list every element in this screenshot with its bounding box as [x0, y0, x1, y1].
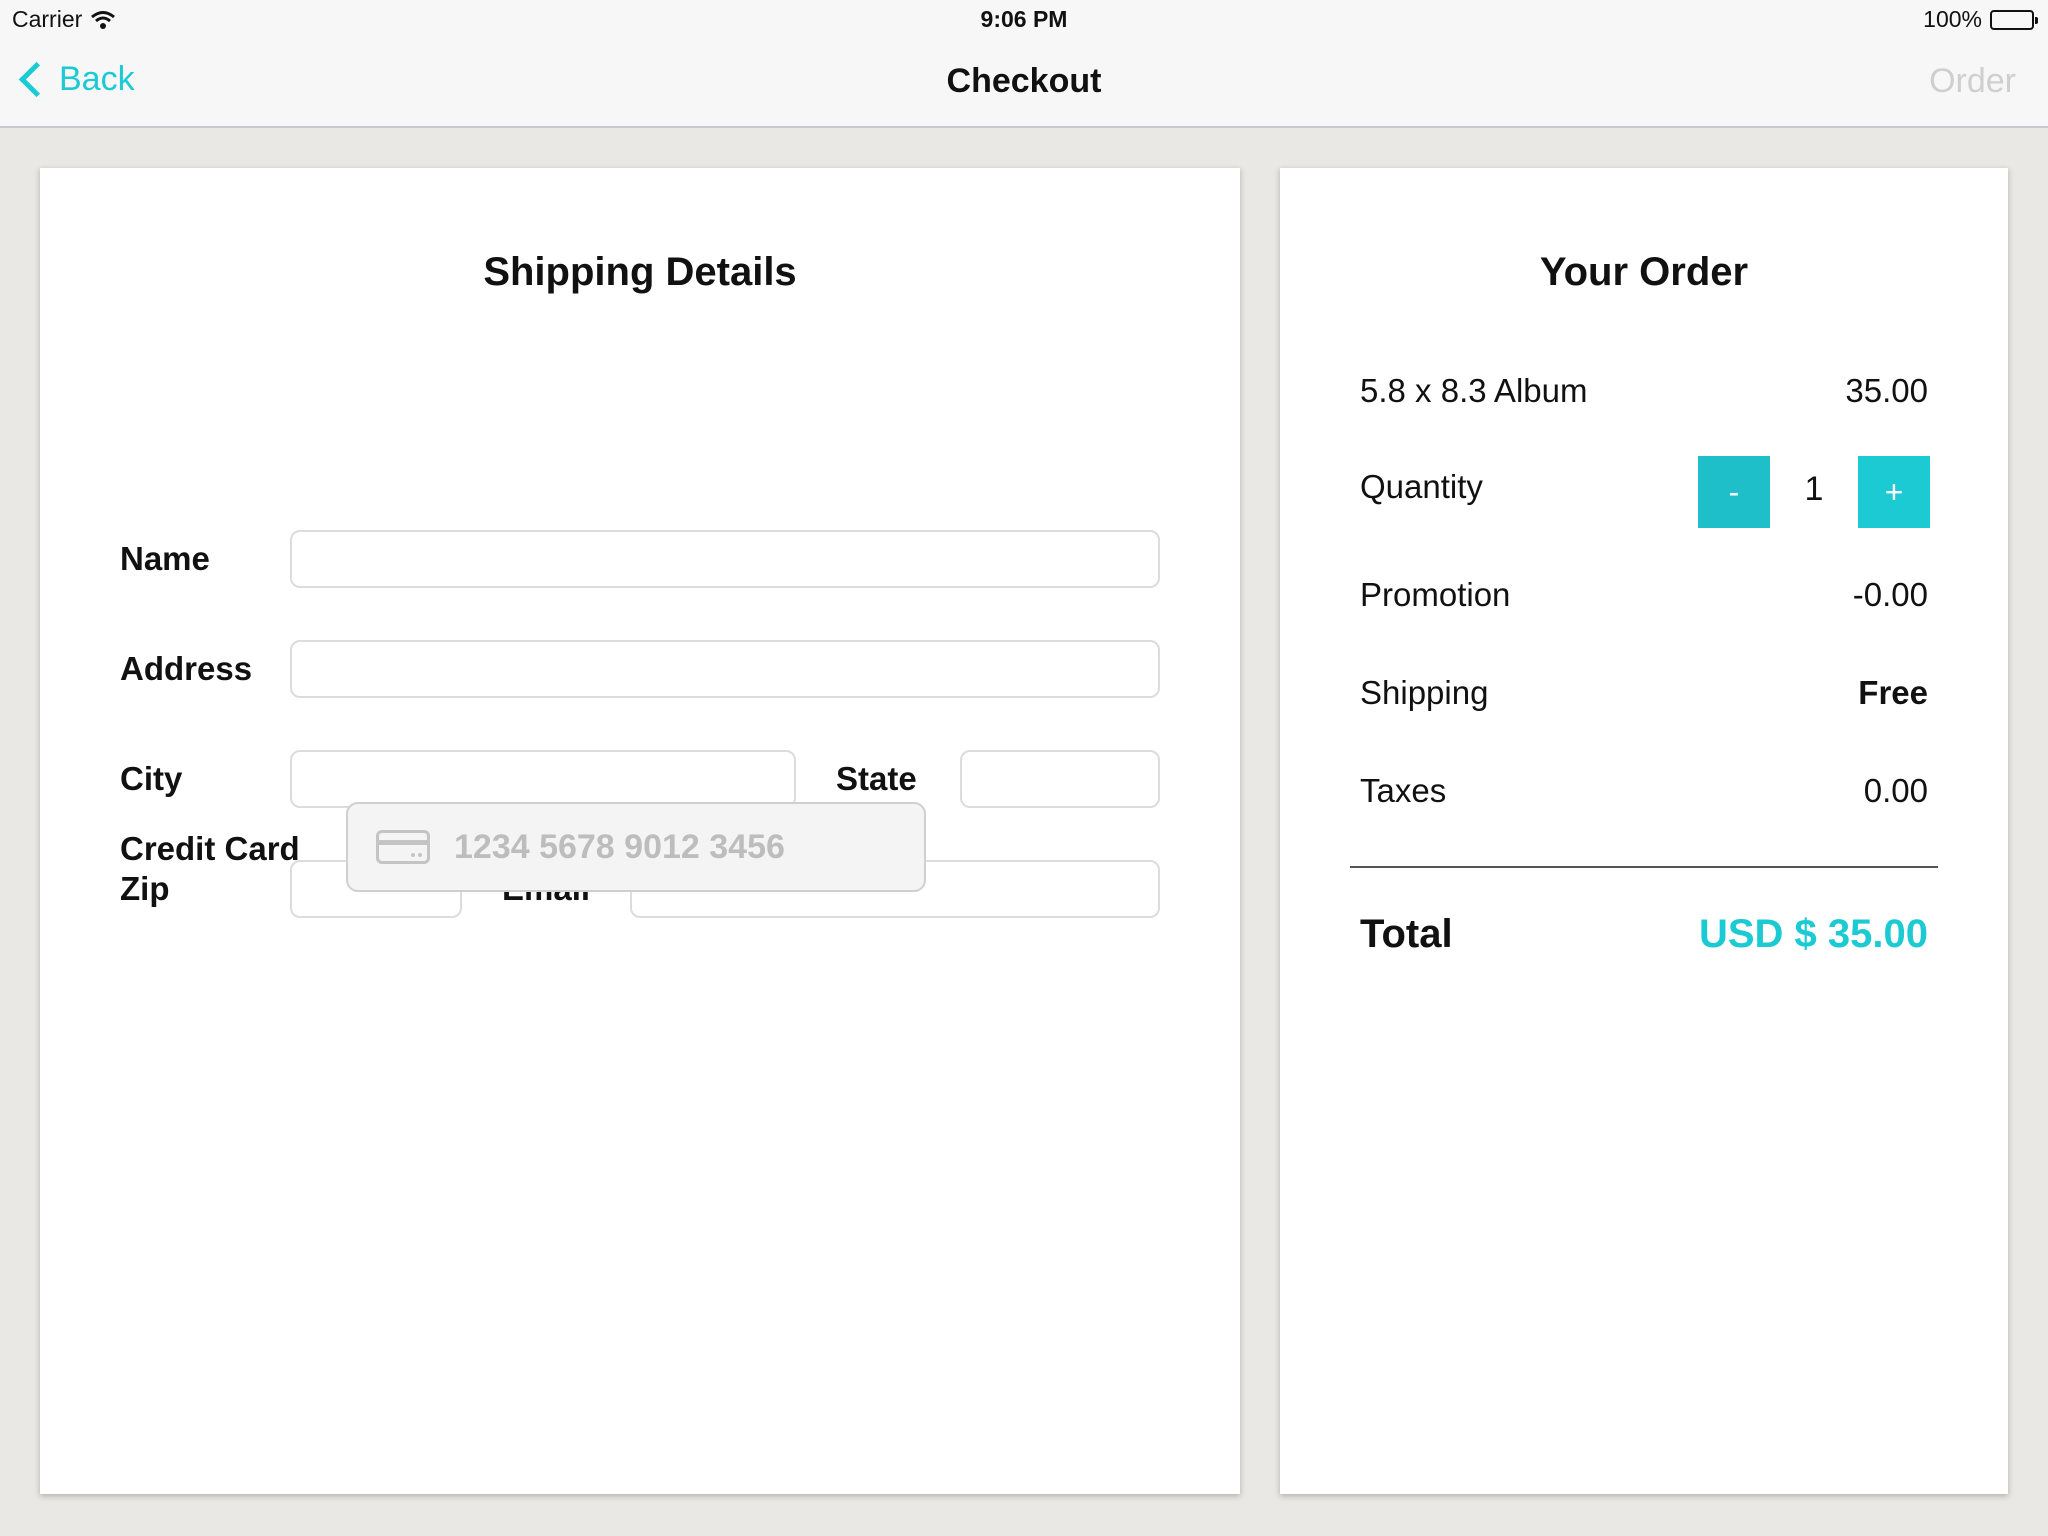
order-title: Your Order [1539, 250, 1749, 294]
name-label: Name [120, 540, 210, 577]
credit-card-placeholder: 1234 5678 9012 3456 [454, 827, 785, 866]
total-value: USD $ 35.00 [1698, 912, 1928, 956]
total-label: Total [1360, 912, 1453, 956]
order-button[interactable]: Order [1929, 62, 2016, 101]
quantity-label: Quantity [1360, 468, 1483, 505]
state-field[interactable] [960, 750, 1160, 808]
navigation-bar: Back Checkout Order [0, 40, 2048, 128]
shipping-label: Shipping [1360, 674, 1489, 711]
decrease-quantity-button[interactable]: - [1698, 456, 1770, 528]
order-summary-card: Your Order 5.8 x 8.3 Album 35.00 Quantit… [1280, 168, 2008, 1494]
shipping-details-card: Shipping Details Name Address City State… [40, 168, 1240, 1494]
promotion-label: Promotion [1360, 576, 1511, 613]
status-time: 9:06 PM [980, 6, 1068, 32]
name-field[interactable] [290, 530, 1160, 588]
page-title: Checkout [946, 62, 1102, 100]
item-label: 5.8 x 8.3 Album [1360, 372, 1588, 409]
city-field[interactable] [290, 750, 796, 808]
battery-icon [1990, 9, 2038, 30]
shipping-details-title: Shipping Details [483, 250, 797, 294]
promotion-value: -0.00 [1852, 576, 1928, 613]
quantity-value: 1 [1804, 470, 1824, 508]
total-divider [1350, 866, 1938, 868]
state-label: State [836, 760, 917, 797]
zip-label: Zip [120, 870, 170, 907]
city-label: City [120, 760, 183, 797]
credit-card-label: Credit Card [120, 830, 300, 867]
address-label: Address [120, 650, 253, 687]
address-field[interactable] [290, 640, 1160, 698]
increase-quantity-button[interactable]: + [1858, 456, 1930, 528]
taxes-label: Taxes [1360, 772, 1447, 809]
battery-info: 100% [1923, 6, 2038, 33]
credit-card-icon [376, 830, 430, 864]
item-price: 35.00 [1845, 372, 1928, 409]
battery-percent: 100% [1923, 6, 1982, 32]
credit-card-field[interactable]: 1234 5678 9012 3456 [346, 802, 926, 892]
taxes-value: 0.00 [1863, 772, 1928, 809]
shipping-value: Free [1858, 674, 1928, 711]
status-bar: Carrier 9:06 PM 100% [0, 0, 2048, 40]
